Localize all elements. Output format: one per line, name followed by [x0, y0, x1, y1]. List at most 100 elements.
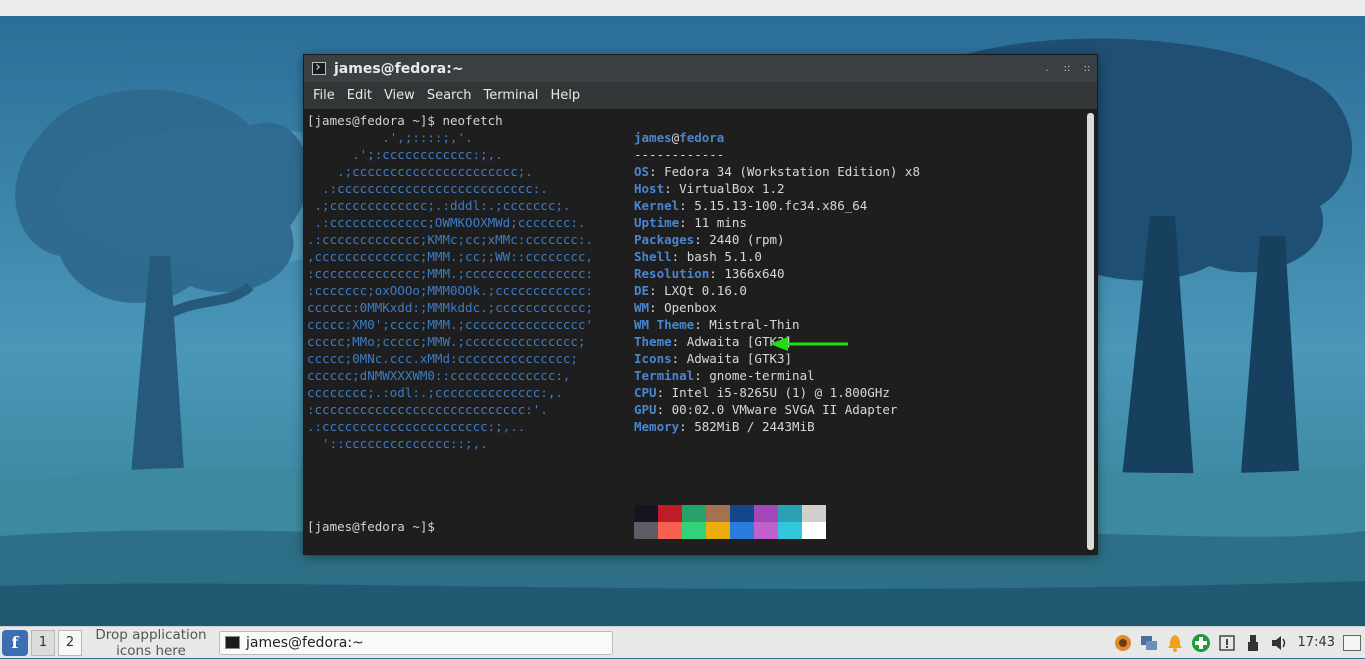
ascii-logo-line: ccccc:XM0';cccc;MMM.;cccccccccccccccc' [307, 317, 593, 332]
volume-icon[interactable] [1268, 632, 1290, 654]
menu-edit[interactable]: Edit [341, 82, 378, 109]
ascii-logo-line: .:cccccccccccccccccccccc:;,.. [307, 419, 526, 434]
color-swatch [682, 522, 706, 539]
terminal-icon [312, 62, 326, 75]
weather-icon[interactable] [1112, 632, 1134, 654]
color-swatch [778, 505, 802, 522]
info-icon[interactable] [1216, 632, 1238, 654]
info-key: Resolution [634, 266, 710, 281]
annotation-arrow-icon [770, 337, 848, 351]
ascii-logo-line: :ccccccc;oxOOOo;MMM0OOk.;cccccccccccc: [307, 283, 593, 298]
info-key: Shell [634, 249, 672, 264]
clock[interactable]: 17:43 [1298, 635, 1335, 650]
ascii-logo-line: :cccccccccccccc;MMM.;cccccccccccccccc: [307, 266, 593, 281]
minimize-button[interactable]: . [1037, 63, 1057, 74]
info-key: GPU [634, 402, 657, 417]
terminal-icon [225, 636, 240, 649]
ascii-logo-line: .:cccccccccccccccccccccccccc:. [307, 181, 548, 196]
info-row: Kernel: 5.15.13-100.fc34.x86_64 [634, 197, 867, 214]
terminal-window[interactable]: james@fedora:~ . :: :: File Edit View Se… [304, 55, 1097, 554]
ascii-logo-line: :cccccccccccccccccccccccccccc:'. [307, 402, 548, 417]
menu-file[interactable]: File [307, 82, 341, 109]
info-row: Terminal: gnome-terminal [634, 367, 815, 384]
task-title: james@fedora:~ [246, 634, 364, 651]
hostname: fedora [679, 130, 725, 145]
menu-view[interactable]: View [378, 82, 421, 109]
info-row: OS: Fedora 34 (Workstation Edition) x8 [634, 163, 920, 180]
color-swatch [658, 505, 682, 522]
menu-search[interactable]: Search [421, 82, 478, 109]
taskbar: f 1 2 Drop application icons here james@… [0, 626, 1365, 659]
info-value: : Intel i5-8265U (1) @ 1.800GHz [656, 385, 890, 400]
info-key: Memory [634, 419, 680, 434]
color-swatch [778, 522, 802, 539]
prompt-line: [james@fedora ~]$ [307, 519, 443, 534]
color-swatch [658, 522, 682, 539]
system-tray: 17:43 [1110, 627, 1365, 658]
info-key: WM [634, 300, 650, 315]
color-swatch [802, 505, 826, 522]
ascii-logo-line: ,cccccccccccccc;MMM.;cc;;WW::cccccccc, [307, 249, 593, 264]
info-value: : LXQt 0.16.0 [649, 283, 747, 298]
info-key: Theme [634, 334, 672, 349]
info-value: : Adwaita [GTK3] [671, 351, 793, 366]
task-button-terminal[interactable]: james@fedora:~ [219, 630, 613, 655]
info-key: DE [634, 283, 650, 298]
info-key: Icons [634, 351, 672, 366]
network-icon[interactable] [1138, 632, 1160, 654]
ascii-logo-line: ccccc;MMo;ccccc;MMW.;ccccccccccccccc; [307, 334, 586, 349]
terminal-output[interactable]: [james@fedora ~]$ neofetch .',;::::;,'. … [304, 109, 1085, 554]
color-swatch [730, 522, 754, 539]
workspace-2[interactable]: 2 [58, 629, 82, 656]
top-panel-strip [0, 0, 1365, 17]
close-button[interactable]: :: [1077, 63, 1097, 74]
color-swatch [634, 505, 658, 522]
info-row: Resolution: 1366x640 [634, 265, 785, 282]
info-key: Terminal [634, 368, 695, 383]
color-swatch [802, 522, 826, 539]
info-value: : 1366x640 [709, 266, 785, 281]
separator-line: ------------ [634, 147, 725, 162]
show-desktop-icon[interactable] [1343, 634, 1361, 651]
info-row: Memory: 582MiB / 2443MiB [634, 418, 815, 435]
info-row: Icons: Adwaita [GTK3] [634, 350, 792, 367]
info-value: : 11 mins [679, 215, 747, 230]
color-swatch [682, 505, 706, 522]
info-key: Uptime [634, 215, 680, 230]
notification-bell-icon[interactable] [1164, 632, 1186, 654]
info-key: Kernel [634, 198, 680, 213]
menu-terminal[interactable]: Terminal [477, 82, 544, 109]
info-row: GPU: 00:02.0 VMware SVGA II Adapter [634, 401, 897, 418]
ascii-logo-line: .:ccccccccccccc;KMMc;cc;xMMc:ccccccc:. [307, 232, 593, 247]
info-key: Packages [634, 232, 695, 247]
info-value: : Mistral-Thin [694, 317, 800, 332]
color-swatch [706, 522, 730, 539]
usb-icon[interactable] [1242, 632, 1264, 654]
info-key: WM Theme [634, 317, 695, 332]
info-value: : 00:02.0 VMware SVGA II Adapter [656, 402, 898, 417]
info-row: WM: Openbox [634, 299, 717, 316]
fedora-menu-icon[interactable]: f [2, 629, 28, 656]
info-value: : gnome-terminal [694, 368, 815, 383]
info-value: : 5.15.13-100.fc34.x86_64 [679, 198, 868, 213]
maximize-button[interactable]: :: [1057, 63, 1077, 74]
update-icon[interactable] [1190, 632, 1212, 654]
info-row: DE: LXQt 0.16.0 [634, 282, 747, 299]
info-row: WM Theme: Mistral-Thin [634, 316, 800, 333]
info-row: Host: VirtualBox 1.2 [634, 180, 785, 197]
workspace-1[interactable]: 1 [31, 629, 55, 656]
info-value: : 2440 (rpm) [694, 232, 785, 247]
ascii-logo-line: .;cccccccccccccccccccccc;. [307, 164, 533, 179]
ascii-logo-line: .',;::::;,'. [307, 130, 473, 145]
ascii-logo-line: .;ccccccccccccc;.:dddl:.;ccccccc;. [307, 198, 571, 213]
ascii-logo-line: ccccc;0MNc.ccc.xMMd:ccccccccccccccc; [307, 351, 578, 366]
menu-help[interactable]: Help [544, 82, 586, 109]
ascii-logo-line: '::cccccccccccccc::;,. [307, 436, 488, 451]
quicklaunch-area[interactable]: Drop application icons here [86, 627, 216, 659]
window-titlebar[interactable]: james@fedora:~ . :: :: [304, 55, 1097, 82]
color-swatch [634, 522, 658, 539]
terminal-scrollbar[interactable] [1087, 113, 1094, 550]
ascii-logo-line: cccccc:0MMKxdd:;MMMkddc.;cccccccccccc; [307, 300, 593, 315]
info-value: : VirtualBox 1.2 [664, 181, 785, 196]
info-row: Packages: 2440 (rpm) [634, 231, 785, 248]
